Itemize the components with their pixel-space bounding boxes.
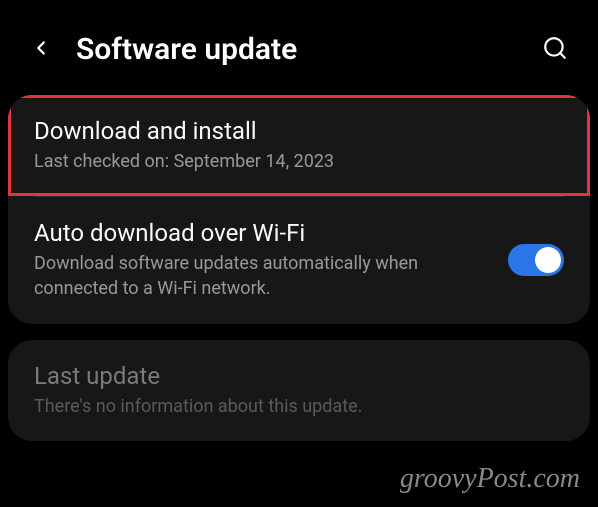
header-left: Software update xyxy=(30,32,297,67)
item-subtitle: Last checked on: September 14, 2023 xyxy=(34,149,564,174)
search-icon[interactable] xyxy=(542,35,568,65)
back-icon[interactable] xyxy=(30,37,52,63)
settings-card-last-update: Last update There's no information about… xyxy=(8,340,590,441)
item-title: Download and install xyxy=(34,117,564,145)
item-title: Last update xyxy=(34,362,564,390)
item-subtitle: There's no information about this update… xyxy=(34,394,564,419)
settings-card-main: Download and install Last checked on: Se… xyxy=(8,95,590,324)
auto-download-item[interactable]: Auto download over Wi-Fi Download softwa… xyxy=(8,197,590,323)
page-title: Software update xyxy=(76,32,297,67)
item-text: Download and install Last checked on: Se… xyxy=(34,117,564,174)
last-update-item: Last update There's no information about… xyxy=(8,340,590,441)
item-text: Auto download over Wi-Fi Download softwa… xyxy=(34,219,492,301)
header: Software update xyxy=(0,0,598,95)
watermark: groovyPost.com xyxy=(400,463,580,495)
toggle-knob xyxy=(535,247,561,273)
download-and-install-item[interactable]: Download and install Last checked on: Se… xyxy=(8,95,590,196)
auto-download-toggle[interactable] xyxy=(508,244,564,276)
item-title: Auto download over Wi-Fi xyxy=(34,219,492,247)
item-text: Last update There's no information about… xyxy=(34,362,564,419)
item-subtitle: Download software updates automatically … xyxy=(34,251,492,301)
